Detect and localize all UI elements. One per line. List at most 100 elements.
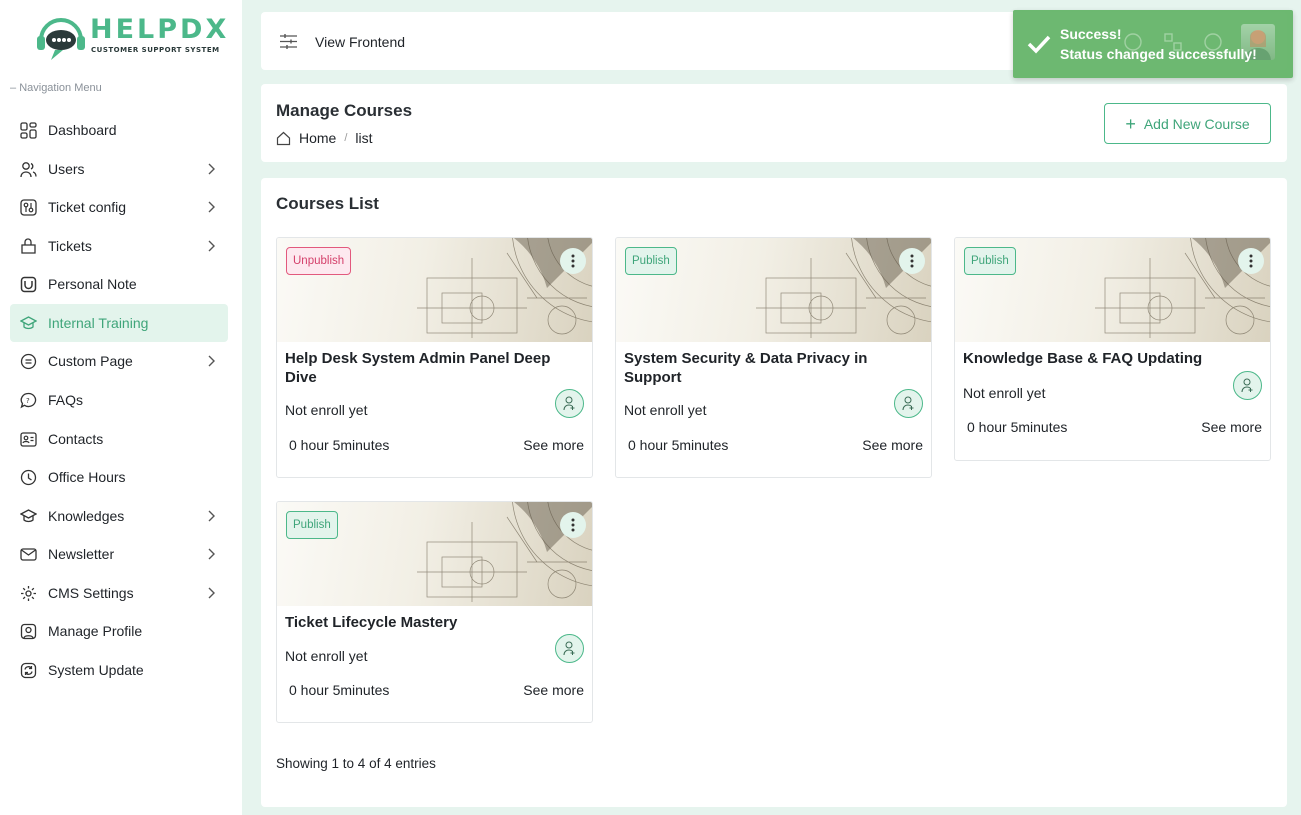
sidebar-item-ticket-config[interactable]: Ticket config bbox=[10, 188, 228, 226]
note-icon bbox=[20, 276, 37, 293]
graduation-cap-icon bbox=[20, 316, 37, 330]
sidebar-item-knowledges[interactable]: Knowledges bbox=[10, 497, 228, 535]
sidebar-item-internal-training[interactable]: Internal Training bbox=[10, 304, 228, 342]
sidebar-item-tickets[interactable]: Tickets bbox=[10, 227, 228, 265]
brand-tagline: CUSTOMER SUPPORT SYSTEM bbox=[91, 46, 220, 54]
enroll-button[interactable] bbox=[555, 634, 584, 663]
chevron-right-icon bbox=[208, 163, 215, 175]
toast-title: Success! bbox=[1060, 26, 1122, 42]
see-more-link[interactable]: See more bbox=[523, 682, 584, 698]
sidebar-item-custom-page[interactable]: Custom Page bbox=[10, 342, 228, 380]
course-duration: 0 hour 5minutes bbox=[289, 437, 390, 453]
course-title[interactable]: Knowledge Base & FAQ Updating bbox=[963, 349, 1258, 368]
enroll-button[interactable] bbox=[555, 389, 584, 418]
sidebar-item-system-update[interactable]: System Update bbox=[10, 651, 228, 689]
view-frontend-link[interactable]: View Frontend bbox=[315, 34, 405, 50]
sidebar-item-label: FAQs bbox=[48, 392, 84, 408]
status-badge[interactable]: Publish bbox=[286, 511, 338, 539]
sidebar-item-cms-settings[interactable]: CMS Settings bbox=[10, 574, 228, 612]
see-more-link[interactable]: See more bbox=[523, 437, 584, 453]
brand-logo[interactable]: HELPDX CUSTOMER SUPPORT SYSTEM bbox=[35, 14, 226, 64]
course-card[interactable]: Unpublish Help Desk System Admin Panel D… bbox=[276, 237, 593, 478]
tickets-icon bbox=[21, 238, 36, 254]
headset-logo-icon bbox=[37, 18, 85, 60]
pagination-info: Showing 1 to 4 of 4 entries bbox=[276, 756, 436, 771]
svg-text:?: ? bbox=[26, 397, 30, 405]
toast-message: Status changed successfully! bbox=[1060, 46, 1257, 62]
breadcrumb-home[interactable]: Home bbox=[299, 130, 336, 146]
chevron-right-icon bbox=[208, 355, 215, 367]
courses-list-title: Courses List bbox=[276, 194, 379, 213]
brand-name: HELPDX bbox=[90, 14, 230, 45]
kebab-menu-icon bbox=[910, 254, 914, 268]
see-more-link[interactable]: See more bbox=[862, 437, 923, 453]
course-thumbnail: Publish bbox=[955, 238, 1270, 342]
sidebar-item-label: Newsletter bbox=[48, 546, 115, 562]
add-new-course-label: Add New Course bbox=[1143, 115, 1250, 132]
sidebar-item-faqs[interactable]: ? FAQs bbox=[10, 381, 228, 419]
sidebar-item-label: Custom Page bbox=[48, 353, 133, 369]
chevron-right-icon bbox=[208, 587, 215, 599]
course-card[interactable]: Publish Ticket Lifecycle Mastery Not enr… bbox=[276, 501, 593, 723]
more-options-button[interactable] bbox=[560, 248, 586, 274]
sidebar-item-label: CMS Settings bbox=[48, 585, 134, 601]
sidebar-item-newsletter[interactable]: Newsletter bbox=[10, 535, 228, 573]
enroll-status: Not enroll yet bbox=[963, 385, 1046, 401]
sidebar-item-personal-note[interactable]: Personal Note bbox=[10, 265, 228, 303]
user-add-icon bbox=[902, 396, 914, 411]
more-options-button[interactable] bbox=[560, 512, 586, 538]
home-icon bbox=[276, 131, 291, 145]
checkmark-icon bbox=[1027, 35, 1051, 54]
breadcrumb-current: list bbox=[355, 130, 373, 146]
course-title[interactable]: Help Desk System Admin Panel Deep Dive bbox=[285, 349, 580, 387]
status-badge[interactable]: Unpublish bbox=[286, 247, 352, 275]
contacts-icon bbox=[20, 432, 37, 447]
course-card[interactable]: Publish Knowledge Base & FAQ Updating No… bbox=[954, 237, 1271, 461]
page-icon bbox=[20, 353, 37, 370]
sidebar-item-label: Personal Note bbox=[48, 276, 137, 292]
sidebar-item-contacts[interactable]: Contacts bbox=[10, 420, 228, 458]
sidebar-item-label: Knowledges bbox=[48, 508, 125, 524]
course-duration: 0 hour 5minutes bbox=[628, 437, 729, 453]
user-add-icon bbox=[563, 396, 575, 411]
course-card[interactable]: Publish System Security & Data Privacy i… bbox=[615, 237, 932, 478]
users-icon bbox=[20, 162, 37, 178]
add-new-course-button[interactable]: + Add New Course bbox=[1104, 103, 1271, 144]
status-badge[interactable]: Publish bbox=[625, 247, 677, 275]
sidebar-toggle-icon[interactable] bbox=[280, 34, 297, 49]
course-thumbnail: Publish bbox=[277, 502, 592, 606]
sidebar-item-office-hours[interactable]: Office Hours bbox=[10, 458, 228, 496]
course-thumbnail: Publish bbox=[616, 238, 931, 342]
courses-list-panel: Courses List Unpublish Help Desk System … bbox=[261, 178, 1287, 807]
more-options-button[interactable] bbox=[1238, 248, 1264, 274]
see-more-link[interactable]: See more bbox=[1201, 419, 1262, 435]
sidebar-item-dashboard[interactable]: Dashboard bbox=[10, 111, 228, 149]
success-toast[interactable]: Success! Status changed successfully! bbox=[1013, 10, 1293, 78]
clock-icon bbox=[20, 469, 37, 486]
ticket-config-icon bbox=[20, 199, 37, 216]
sidebar-item-label: Internal Training bbox=[48, 315, 149, 331]
sidebar-item-label: Manage Profile bbox=[48, 623, 143, 639]
chevron-right-icon bbox=[208, 548, 215, 560]
newsletter-icon bbox=[20, 548, 37, 561]
kebab-menu-icon bbox=[571, 254, 575, 268]
kebab-menu-icon bbox=[571, 518, 575, 532]
nav-menu-header: – Navigation Menu bbox=[10, 82, 102, 94]
course-title[interactable]: System Security & Data Privacy in Suppor… bbox=[624, 349, 919, 387]
sidebar-item-manage-profile[interactable]: Manage Profile bbox=[10, 612, 228, 650]
enroll-button[interactable] bbox=[894, 389, 923, 418]
sidebar-item-label: Ticket config bbox=[48, 199, 127, 215]
kebab-menu-icon bbox=[1249, 254, 1253, 268]
sidebar-item-label: System Update bbox=[48, 662, 144, 678]
user-add-icon bbox=[563, 641, 575, 656]
status-badge[interactable]: Publish bbox=[964, 247, 1016, 275]
chevron-right-icon bbox=[208, 201, 215, 213]
profile-icon bbox=[20, 623, 37, 640]
chevron-right-icon bbox=[208, 510, 215, 522]
enroll-button[interactable] bbox=[1233, 371, 1262, 400]
gear-icon bbox=[21, 586, 36, 601]
more-options-button[interactable] bbox=[899, 248, 925, 274]
sidebar-item-users[interactable]: Users bbox=[10, 150, 228, 188]
course-title[interactable]: Ticket Lifecycle Mastery bbox=[285, 613, 580, 632]
sidebar-item-label: Users bbox=[48, 161, 85, 177]
